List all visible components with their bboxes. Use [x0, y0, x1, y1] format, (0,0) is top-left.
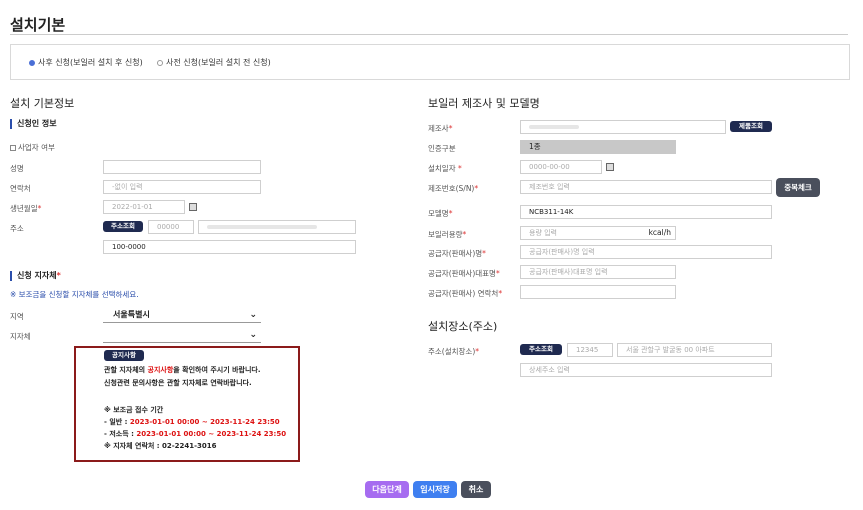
title-divider — [10, 34, 848, 35]
install-info-title: 설치 기본정보 — [10, 97, 75, 110]
supplier-phone-label: 공급자(판매사) 연락처* — [428, 289, 503, 298]
business-checkbox-label: 사업자 여부 — [18, 143, 55, 152]
model-label: 모델명* — [428, 209, 453, 218]
location-detail-input[interactable]: 상세주소 입력 — [520, 363, 772, 377]
region-label: 지역 — [10, 312, 24, 321]
chevron-down-icon: ⌄ — [249, 310, 257, 320]
maker-input[interactable] — [520, 120, 726, 134]
apply-type-box: 사후 신청(보일러 설치 후 신청) 사전 신청(보일러 설치 전 신청) — [10, 44, 850, 80]
notice-period-title: ※ 보조금 접수 기간 — [104, 406, 164, 414]
capacity-placeholder: 용량 입력 — [529, 229, 557, 237]
radio-pre-apply-label: 사전 신청(보일러 설치 전 신청) — [166, 58, 271, 67]
duplicate-check-button[interactable]: 중복체크 — [776, 178, 820, 197]
radio-selected-icon — [29, 59, 35, 66]
location-search-button[interactable]: 주소조회 — [520, 344, 562, 355]
page-title: 설치기본 — [10, 16, 66, 34]
birth-label: 생년월일* — [10, 204, 42, 213]
address-search-button[interactable]: 주소조회 — [103, 221, 143, 232]
local-select[interactable]: ⌄ — [103, 329, 261, 343]
product-search-button[interactable]: 제품조회 — [730, 121, 772, 132]
notice-low-period: - 저소득 : 2023-01-01 00:00 ~ 2023-11-24 23… — [104, 430, 287, 438]
phone-label: 연락처 — [10, 184, 31, 193]
location-road-input[interactable]: 서울 관할구 발굴동 00 아파트 — [617, 343, 772, 357]
temp-save-button[interactable]: 임시저장 — [413, 481, 457, 498]
address-label: 주소 — [10, 224, 24, 233]
model-input[interactable]: NCB311-14K — [520, 205, 772, 219]
radio-pre-apply[interactable]: 사전 신청(보일러 설치 전 신청) — [157, 57, 271, 68]
notice-line-1: 관할 지자체의 공지사항을 확인하여 주시기 바랍니다. — [104, 366, 261, 374]
region-select[interactable]: 서울특별시 ⌄ — [103, 309, 261, 323]
name-label: 성명 — [10, 164, 24, 173]
boiler-section-title: 보일러 제조사 및 모델명 — [428, 97, 540, 110]
name-input[interactable] — [103, 160, 261, 174]
capacity-unit: kcal/h — [648, 228, 671, 237]
address-zip-input[interactable]: 00000 — [148, 220, 194, 234]
install-location-title: 설치장소(주소) — [428, 320, 498, 333]
region-select-value: 서울특별시 — [113, 310, 150, 319]
supplier-ceo-input[interactable]: 공급자(판매사)대표명 입력 — [520, 265, 676, 279]
radio-post-apply[interactable]: 사후 신청(보일러 설치 후 신청) — [29, 57, 143, 68]
region-title: 신청 지자체* — [10, 271, 61, 281]
radio-unselected-icon — [157, 59, 163, 66]
notice-badge: 공지사항 — [104, 350, 144, 361]
capacity-label: 보일러용량* — [428, 230, 467, 239]
cert-label: 인증구분 — [428, 144, 456, 153]
cancel-button[interactable]: 취소 — [461, 481, 491, 498]
maker-label: 제조사* — [428, 124, 453, 133]
calendar-icon[interactable] — [606, 163, 614, 171]
location-zip-input[interactable]: 12345 — [567, 343, 613, 357]
serial-label: 제조번호(S/N)* — [428, 184, 479, 193]
local-label: 지자체 — [10, 332, 31, 341]
radio-post-apply-label: 사후 신청(보일러 설치 후 신청) — [38, 58, 143, 67]
capacity-input[interactable]: 용량 입력 kcal/h — [520, 226, 676, 240]
next-step-button[interactable]: 다음단계 — [365, 481, 409, 498]
supplier-ceo-label: 공급자(판매사)대표명* — [428, 269, 500, 278]
supplier-name-input[interactable]: 공급자(판매사)명 입력 — [520, 245, 772, 259]
serial-input[interactable]: 제조번호 입력 — [520, 180, 772, 194]
chevron-down-icon: ⌄ — [249, 330, 257, 340]
supplier-name-label: 공급자(판매사)명* — [428, 249, 486, 258]
notice-line-2: 신청관련 문의사항은 관할 지자체로 연락바랍니다. — [104, 379, 252, 387]
address-road-input[interactable] — [198, 220, 356, 234]
birth-input[interactable]: 2022-01-01 — [103, 200, 185, 214]
install-date-input[interactable]: 0000-00-00 — [520, 160, 602, 174]
phone-input[interactable]: -없이 입력 — [103, 180, 261, 194]
business-checkbox[interactable]: 사업자 여부 — [10, 142, 55, 153]
install-date-label: 설치일자 * — [428, 164, 462, 173]
supplier-phone-input[interactable] — [520, 285, 676, 299]
checkbox-icon — [10, 144, 16, 151]
notice-box: 공지사항 관할 지자체의 공지사항을 확인하여 주시기 바랍니다. 신청관련 문… — [74, 346, 300, 462]
location-label: 주소(설치장소)* — [428, 347, 480, 356]
address-detail-input[interactable]: 100-0000 — [103, 240, 356, 254]
region-note: ※ 보조금을 신청할 지자체를 선택하세요. — [10, 290, 139, 299]
notice-general-period: - 일반 : 2023-01-01 00:00 ~ 2023-11-24 23:… — [104, 418, 280, 426]
notice-contact: ※ 지자체 연락처 : 02-2241-3016 — [104, 442, 217, 450]
calendar-icon[interactable] — [189, 203, 197, 211]
applicant-title: 신청인 정보 — [10, 119, 57, 129]
cert-value: 1종 — [520, 140, 676, 154]
